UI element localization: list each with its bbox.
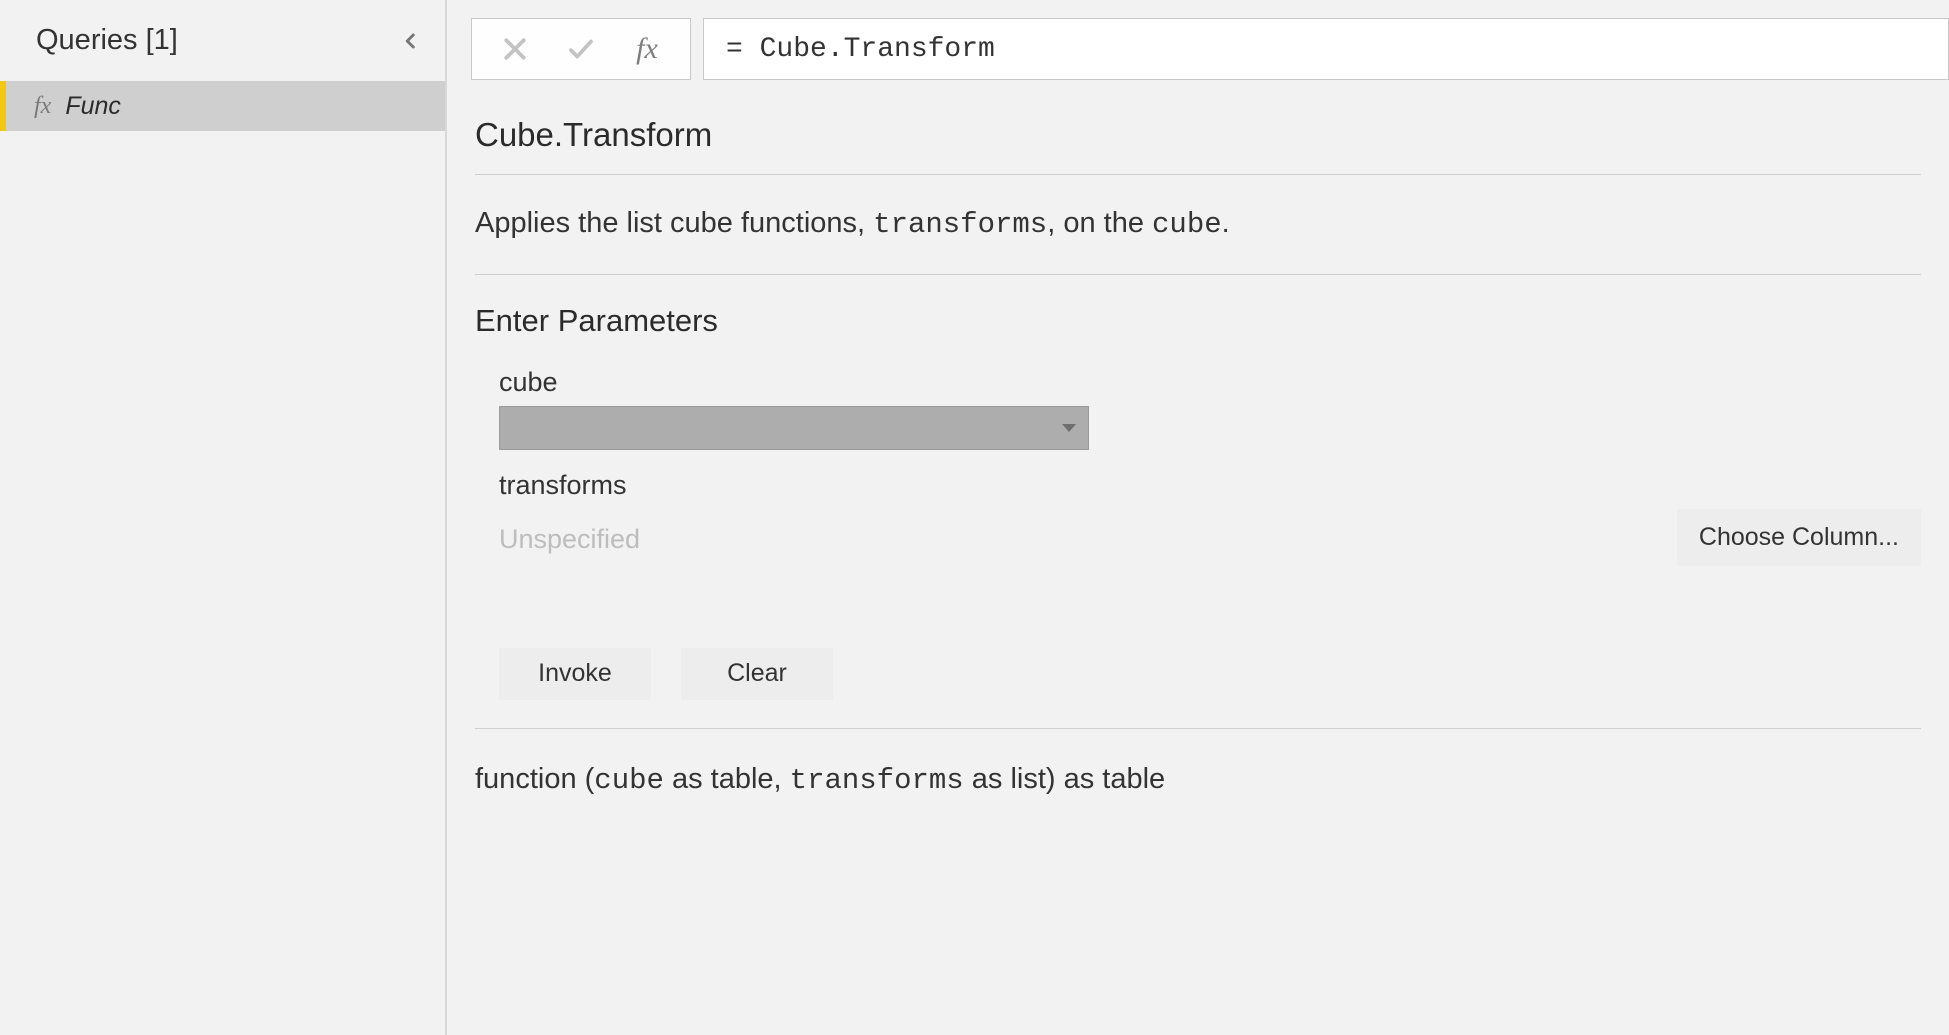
commit-formula-button[interactable] (548, 19, 614, 79)
x-icon (500, 34, 530, 64)
clear-button[interactable]: Clear (681, 648, 833, 700)
queries-sidebar: Queries [1] fx Func (0, 0, 447, 1035)
param-label-cube: cube (499, 367, 1921, 398)
check-icon (566, 34, 596, 64)
function-description: Applies the list cube functions, transfo… (475, 203, 1921, 246)
param-label-transforms: transforms (499, 470, 1921, 501)
invoke-button[interactable]: Invoke (499, 648, 651, 700)
sig-part: function ( (475, 763, 594, 795)
desc-pre: Applies the list cube functions, (475, 207, 873, 239)
desc-mid: , on the (1047, 207, 1152, 239)
sig-cube: cube (594, 764, 664, 797)
choose-column-button[interactable]: Choose Column... (1677, 509, 1921, 566)
app-root: Queries [1] fx Func (0, 0, 1949, 1035)
sig-transforms: transforms (790, 764, 964, 797)
cancel-formula-button[interactable] (482, 19, 548, 79)
desc-code-cube: cube (1152, 208, 1222, 241)
function-signature: function (cube as table, transforms as l… (475, 729, 1921, 831)
action-buttons: Invoke Clear (499, 566, 1921, 700)
sidebar-header: Queries [1] (0, 0, 445, 81)
query-item-label: Func (65, 92, 121, 121)
param-row-transforms: Unspecified Choose Column... (499, 509, 1921, 566)
fx-formula-button[interactable]: fx (614, 19, 680, 79)
function-title: Cube.Transform (475, 80, 1921, 175)
parameters-block: cube transforms Unspecified Choose Colum… (475, 367, 1921, 700)
collapse-sidebar-button[interactable] (401, 31, 421, 51)
fx-icon: fx (34, 93, 51, 120)
content-area: Cube.Transform Applies the list cube fun… (447, 80, 1949, 831)
caret-down-icon (1062, 424, 1076, 432)
query-item-func[interactable]: fx Func (0, 81, 445, 131)
queries-title: Queries [1] (36, 24, 178, 56)
desc-post: . (1222, 207, 1230, 239)
formula-input[interactable] (703, 18, 1949, 80)
quemarshmallows: Queries [1] (36, 24, 178, 57)
sig-part: as list) as table (964, 763, 1165, 795)
desc-code-transforms: transforms (873, 208, 1047, 241)
chevron-left-icon (402, 27, 420, 55)
formula-bar: fx (447, 18, 1949, 80)
parameters-section: Enter Parameters cube transforms Unspeci… (475, 275, 1921, 729)
param-value-transforms: Unspecified (499, 524, 640, 555)
sig-part: as table, (664, 763, 790, 795)
fx-icon: fx (636, 32, 658, 66)
param-select-cube[interactable] (499, 406, 1089, 450)
formula-bar-buttons: fx (471, 18, 691, 80)
main-panel: fx Cube.Transform Applies the list cube … (447, 0, 1949, 1035)
function-description-section: Applies the list cube functions, transfo… (475, 175, 1921, 275)
parameters-header: Enter Parameters (475, 303, 1921, 339)
